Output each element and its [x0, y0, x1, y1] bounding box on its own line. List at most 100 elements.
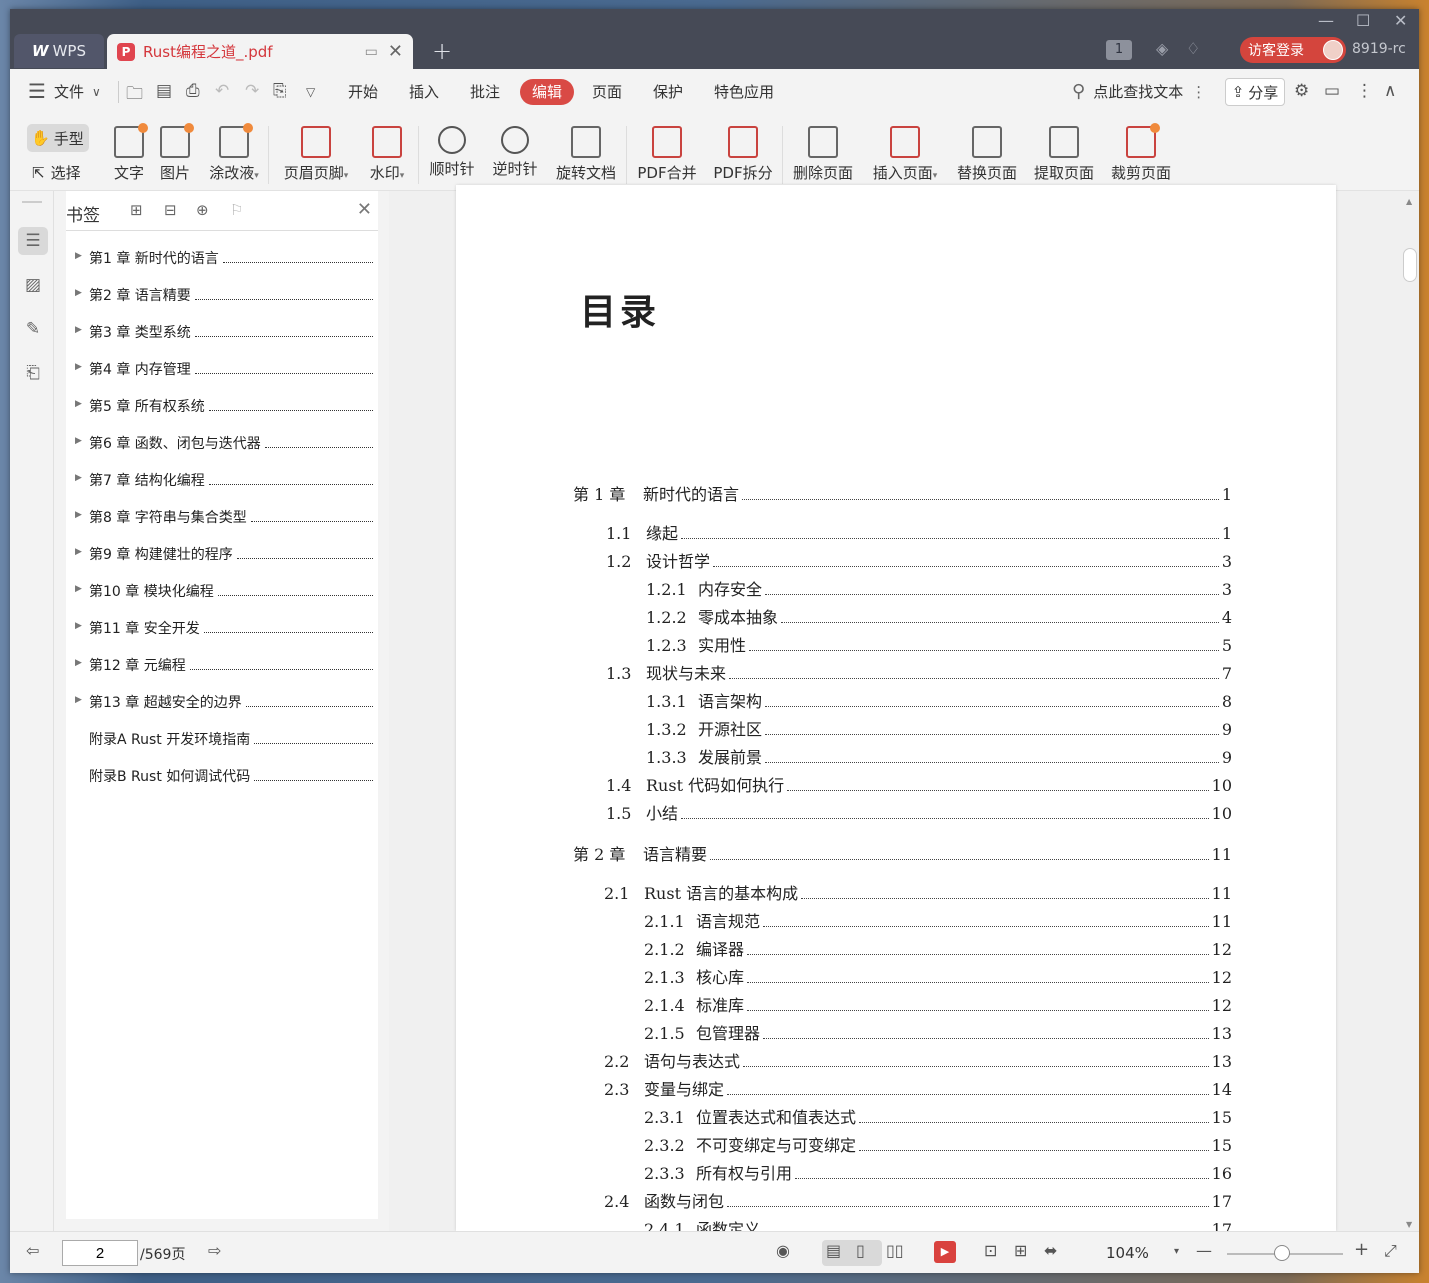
redo-icon[interactable]: ↷: [245, 81, 259, 101]
file-menu[interactable]: 文件: [54, 81, 84, 102]
next-page-icon[interactable]: ⇨: [208, 1241, 221, 1260]
expand-triangle-icon[interactable]: ▶: [75, 547, 82, 557]
zoom-dropdown-icon[interactable]: ▾: [1174, 1246, 1179, 1257]
tab-start[interactable]: 开始: [348, 81, 378, 102]
bookmark-item[interactable]: 附录A Rust 开发环境指南: [66, 720, 378, 757]
bookmark-item[interactable]: ▶ 第5 章 所有权系统: [66, 387, 378, 424]
hand-tool-button[interactable]: ✋ 手型: [27, 124, 89, 152]
bookmark-item[interactable]: ▶ 第7 章 结构化编程: [66, 461, 378, 498]
signature-panel-icon[interactable]: ⎗: [18, 359, 48, 387]
vertical-scrollbar[interactable]: ▲ ▼: [1394, 195, 1419, 1231]
bookmark-item[interactable]: ▶ 第2 章 语言精要: [66, 276, 378, 313]
document-tab[interactable]: P Rust编程之道_.pdf ▭ ✕: [107, 34, 413, 69]
continuous-view-icon[interactable]: ▤: [826, 1241, 841, 1260]
expand-triangle-icon[interactable]: ▶: [75, 473, 82, 483]
close-panel-icon[interactable]: ✕: [357, 199, 372, 220]
bookmark-flag-icon[interactable]: ⚐: [230, 201, 243, 219]
undo-icon[interactable]: ↶: [215, 81, 229, 101]
scroll-down-icon[interactable]: ▼: [1406, 1220, 1412, 1229]
window-count-badge[interactable]: 1: [1106, 40, 1132, 60]
rotate-document-button[interactable]: 旋转文档: [554, 126, 618, 183]
wps-home-tab[interactable]: W WPS: [14, 34, 104, 68]
more-vertical-icon[interactable]: ⋮: [1356, 81, 1373, 101]
expand-all-icon[interactable]: ⊞: [130, 201, 143, 219]
bookmark-item[interactable]: ▶ 第3 章 类型系统: [66, 313, 378, 350]
visitor-login-button[interactable]: 访客登录: [1240, 37, 1346, 63]
annotation-panel-icon[interactable]: ✎: [18, 315, 48, 343]
header-footer-button[interactable]: 页眉页脚▾: [280, 126, 352, 183]
tab-edit[interactable]: 编辑: [520, 79, 574, 105]
maximize-icon[interactable]: ☐: [1356, 11, 1370, 30]
expand-triangle-icon[interactable]: ▶: [75, 658, 82, 668]
bookmark-item[interactable]: ▶ 第12 章 元编程: [66, 646, 378, 683]
comment-bubble-icon[interactable]: ▭: [1324, 81, 1340, 101]
previous-page-icon[interactable]: ⇦: [26, 1241, 39, 1260]
scroll-up-icon[interactable]: ▲: [1406, 197, 1412, 206]
tab-special-apps[interactable]: 特色应用: [714, 81, 774, 102]
two-page-view-icon[interactable]: ▯▯: [886, 1241, 904, 1260]
expand-triangle-icon[interactable]: ▶: [75, 621, 82, 631]
open-folder-icon[interactable]: 🗀: [126, 81, 143, 110]
bookmark-item[interactable]: ▶ 第4 章 内存管理: [66, 350, 378, 387]
expand-triangle-icon[interactable]: ▶: [75, 584, 82, 594]
bookmark-item[interactable]: 附录B Rust 如何调试代码: [66, 757, 378, 794]
tab-protect[interactable]: 保护: [653, 81, 683, 102]
skin-icon[interactable]: ◈: [1156, 39, 1168, 58]
close-tab-icon[interactable]: ✕: [388, 41, 403, 62]
share-button[interactable]: ⇪ 分享: [1225, 78, 1285, 106]
bookmark-item[interactable]: ▶ 第1 章 新时代的语言: [66, 239, 378, 276]
expand-triangle-icon[interactable]: ▶: [75, 251, 82, 261]
expand-triangle-icon[interactable]: ▶: [75, 399, 82, 409]
bookmark-item[interactable]: ▶ 第10 章 模块化编程: [66, 572, 378, 609]
bookmark-item[interactable]: ▶ 第11 章 安全开发: [66, 609, 378, 646]
zoom-out-icon[interactable]: —: [1196, 1241, 1212, 1260]
pdf-merge-button[interactable]: PDF合并: [636, 126, 698, 183]
zoom-level[interactable]: 104%: [1106, 1244, 1149, 1262]
tab-insert[interactable]: 插入: [409, 81, 439, 102]
hamburger-menu-icon[interactable]: ☰: [28, 79, 46, 103]
collapse-all-icon[interactable]: ⊟: [164, 201, 177, 219]
fullscreen-icon[interactable]: ⤢: [1384, 1241, 1397, 1261]
close-window-icon[interactable]: ✕: [1394, 11, 1407, 30]
rotate-counterclockwise-button[interactable]: 逆时针: [491, 126, 539, 179]
pin-tab-icon[interactable]: ▭: [365, 44, 378, 60]
search-text-box[interactable]: ⚲ 点此查找文本 ⋮: [1072, 81, 1206, 102]
extract-page-button[interactable]: 提取页面: [1033, 126, 1095, 183]
tab-page[interactable]: 页面: [592, 81, 622, 102]
play-slideshow-icon[interactable]: ▶: [934, 1241, 956, 1263]
save-icon[interactable]: ▤: [156, 81, 172, 101]
delete-page-button[interactable]: 删除页面: [792, 126, 854, 183]
bookmark-item[interactable]: ▶ 第9 章 构建健壮的程序: [66, 535, 378, 572]
settings-gear-icon[interactable]: ⚙: [1294, 81, 1309, 101]
print-icon[interactable]: ⎙: [186, 81, 200, 101]
export-icon[interactable]: ⎘: [273, 81, 287, 101]
more-quick-access-icon[interactable]: ▽: [306, 85, 315, 99]
actual-size-icon[interactable]: ⊡: [984, 1241, 997, 1260]
more-dots-icon[interactable]: ⋮: [1191, 83, 1206, 101]
document-view[interactable]: 目录 第 1 章新时代的语言 1 1.1 缘起 1 1.2 设计哲学 3 1.2.1 内存安全 3 1…: [389, 185, 1419, 1231]
minimize-icon[interactable]: —: [1318, 11, 1334, 30]
bookmark-item[interactable]: ▶ 第8 章 字符串与集合类型: [66, 498, 378, 535]
shirt-icon[interactable]: ♢: [1186, 39, 1200, 58]
page-number-input[interactable]: [62, 1240, 138, 1266]
expand-triangle-icon[interactable]: ▶: [75, 695, 82, 705]
bookmark-item[interactable]: ▶ 第6 章 函数、闭包与迭代器: [66, 424, 378, 461]
bookmark-item[interactable]: ▶ 第13 章 超越安全的边界: [66, 683, 378, 720]
expand-triangle-icon[interactable]: ▶: [75, 510, 82, 520]
correction-fluid-button[interactable]: 涂改液▾: [206, 123, 262, 183]
thumbnail-panel-icon[interactable]: ▨: [18, 271, 48, 299]
rotate-clockwise-button[interactable]: 顺时针: [428, 126, 476, 179]
watermark-button[interactable]: 水印▾: [366, 126, 408, 183]
eye-protection-icon[interactable]: ◉: [776, 1241, 790, 1260]
pdf-split-button[interactable]: PDF拆分: [712, 126, 774, 183]
zoom-slider-knob[interactable]: [1274, 1245, 1290, 1261]
image-tool-button[interactable]: 图片: [160, 123, 194, 183]
tab-comment[interactable]: 批注: [470, 81, 500, 102]
select-tool-button[interactable]: ⇱ 选择: [32, 162, 81, 183]
expand-triangle-icon[interactable]: ▶: [75, 436, 82, 446]
replace-page-button[interactable]: 替换页面: [956, 126, 1018, 183]
add-bookmark-icon[interactable]: ⊕: [196, 201, 209, 219]
insert-page-button[interactable]: 插入页面▾: [869, 126, 941, 183]
fit-page-icon[interactable]: ⊞: [1014, 1241, 1027, 1260]
bookmark-panel-icon[interactable]: ☰: [18, 227, 48, 255]
